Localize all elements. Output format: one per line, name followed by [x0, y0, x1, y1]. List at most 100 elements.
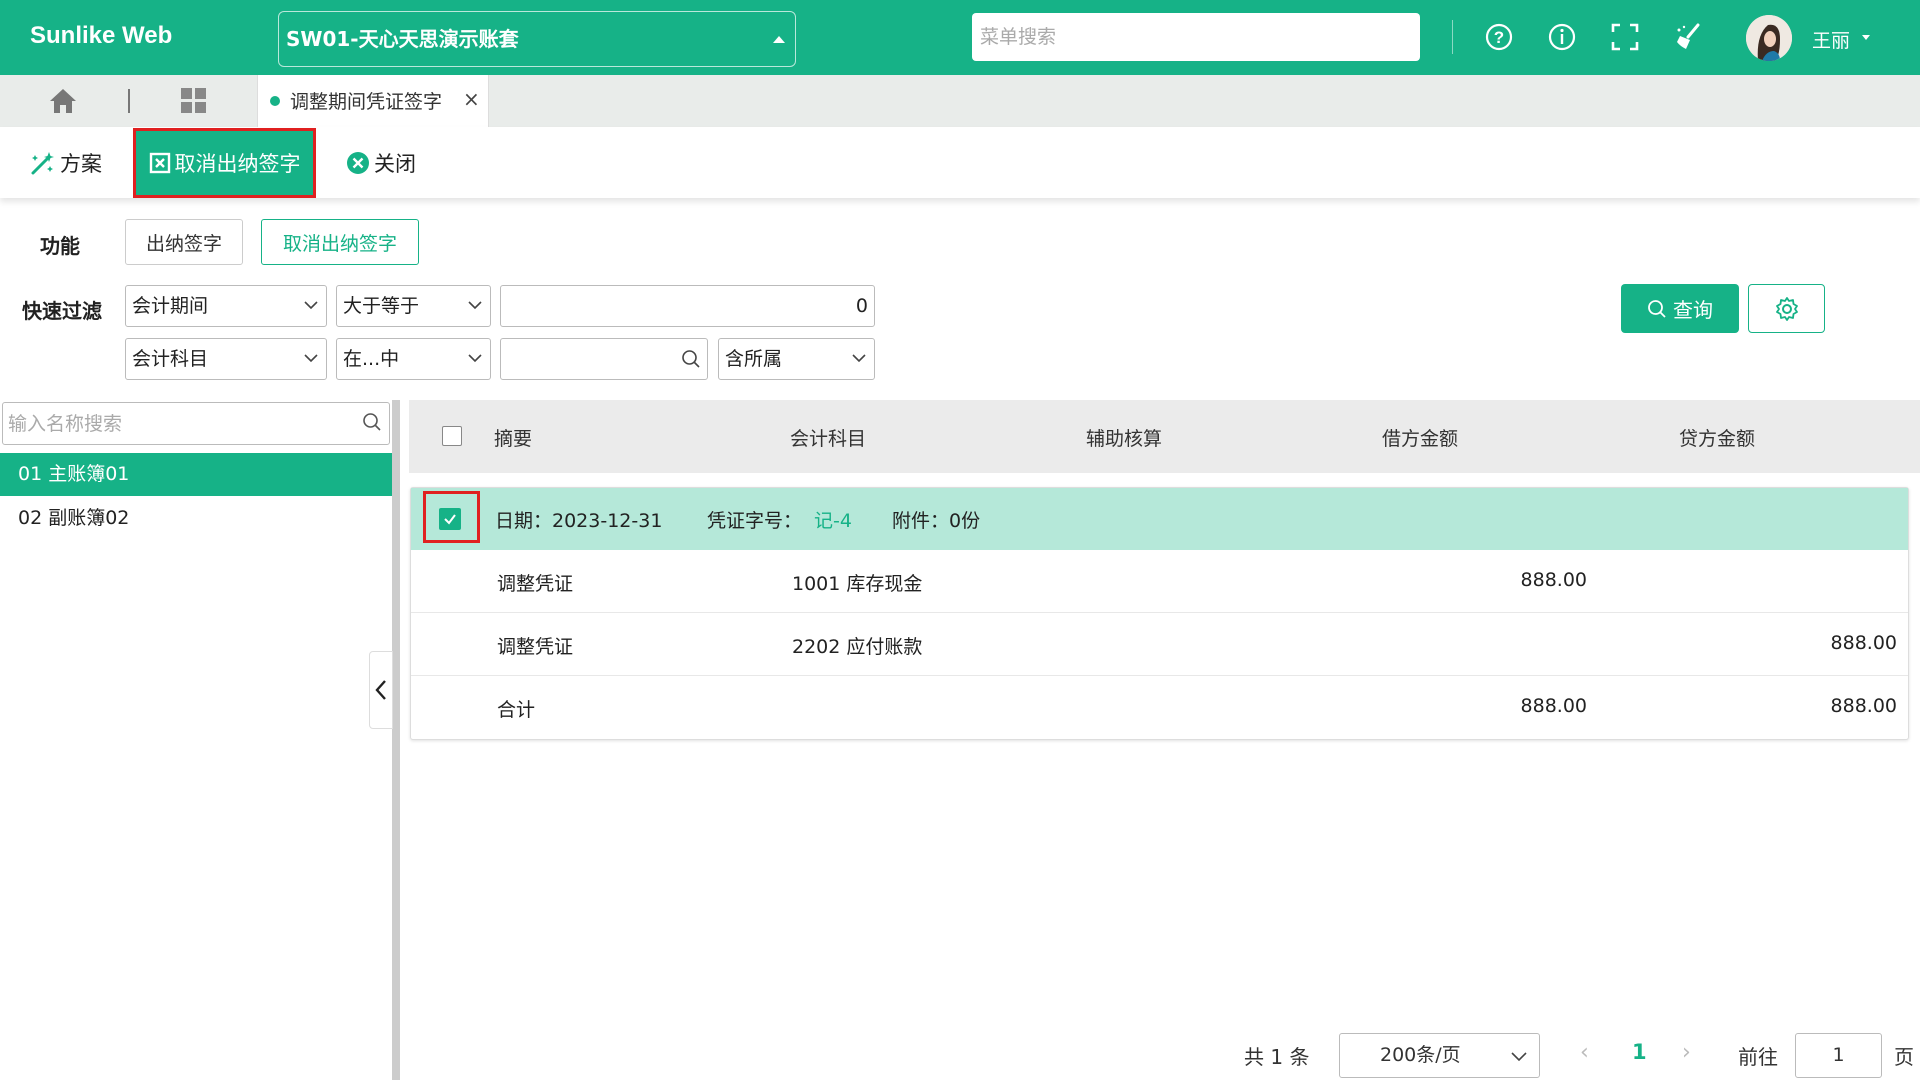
prev-page-button[interactable]: ‹ — [1580, 1040, 1589, 1065]
voucher-checkbox[interactable] — [439, 508, 461, 530]
checkmark-icon — [444, 514, 456, 525]
close-circle-icon — [347, 151, 369, 174]
header-divider — [1452, 20, 1453, 54]
menu-search-input[interactable] — [972, 13, 1420, 61]
info-circle-icon[interactable] — [1547, 22, 1577, 52]
tree-item-sub-ledger[interactable]: 02 副账簿02 — [0, 497, 392, 540]
cell-debit: 888.00 — [1520, 695, 1587, 717]
filter-op-select-2[interactable]: 在...中 — [336, 338, 491, 380]
account-selector-label: SW01-天心天思演示账套 — [286, 27, 519, 51]
chevron-down-icon — [468, 301, 482, 310]
select-all-checkbox[interactable] — [442, 426, 462, 446]
filter-field-select-2[interactable]: 会计科目 — [125, 338, 327, 380]
search-icon[interactable] — [362, 412, 382, 432]
col-aux: 辅助核算 — [1086, 428, 1163, 450]
collapse-panel-button[interactable] — [369, 651, 393, 729]
chevron-down-icon — [468, 354, 482, 363]
filter-field-select-1[interactable]: 会计期间 — [125, 285, 327, 327]
page-size-select[interactable]: 200条/页 — [1339, 1033, 1540, 1078]
next-page-button[interactable]: › — [1682, 1040, 1691, 1065]
tree-item-main-ledger[interactable]: 01 主账簿01 — [0, 453, 392, 496]
search-icon — [1648, 299, 1666, 318]
broom-clean-icon[interactable] — [1674, 22, 1704, 52]
user-avatar[interactable] — [1746, 15, 1792, 61]
cashier-sign-button[interactable]: 出纳签字 — [125, 219, 243, 265]
cancel-box-icon — [149, 152, 170, 174]
goto-label: 前往 — [1738, 1045, 1778, 1069]
voucher-no-link[interactable]: 记-4 — [814, 506, 852, 533]
settings-button[interactable] — [1748, 284, 1825, 333]
close-button-label: 关闭 — [374, 151, 416, 176]
cancel-cashier-sign-button[interactable]: 取消出纳签字 — [133, 128, 316, 198]
total-row: 合计 888.00 888.00 — [411, 676, 1908, 739]
ledger-tree-panel: 01 主账簿01 02 副账簿02 — [0, 400, 392, 1080]
cancel-sign-option-button[interactable]: 取消出纳签字 — [261, 219, 419, 265]
table-row[interactable]: 调整凭证 1001 库存现金 888.00 — [411, 550, 1908, 613]
query-button[interactable]: 查询 — [1621, 284, 1739, 333]
col-summary: 摘要 — [494, 428, 533, 450]
goto-page-input[interactable]: 1 — [1795, 1033, 1882, 1078]
tree-search-input[interactable] — [2, 402, 390, 445]
account-selector[interactable]: SW01-天心天思演示账套 — [278, 11, 796, 67]
magic-wand-icon — [31, 151, 54, 174]
toolbar: 方案 取消出纳签字 关闭 — [0, 127, 1920, 198]
quick-filter-label: 快速过滤 — [22, 299, 102, 323]
filter-scope-value: 含所属 — [725, 348, 783, 370]
close-button[interactable]: 关闭 — [346, 127, 416, 198]
cell-summary: 合计 — [497, 699, 536, 721]
filter-scope-select[interactable]: 含所属 — [718, 338, 875, 380]
help-circle-icon[interactable]: ? — [1484, 22, 1514, 52]
chevron-down-icon — [304, 354, 318, 363]
page-suffix: 页 — [1894, 1045, 1914, 1069]
voucher-card: 日期：2023-12-31 凭证字号： 记-4 附件：0份 调整凭证 1001 … — [410, 487, 1909, 740]
voucher-attachments: 附件：0份 — [892, 510, 981, 532]
chevron-left-icon — [375, 680, 386, 700]
scheme-button[interactable]: 方案 — [30, 127, 102, 198]
panel-splitter[interactable] — [392, 400, 400, 1080]
close-icon[interactable]: × — [463, 87, 480, 111]
filter-op-1-value: 大于等于 — [343, 295, 420, 317]
fullscreen-icon[interactable] — [1610, 22, 1640, 52]
caret-down-icon[interactable] — [1862, 35, 1870, 40]
gear-icon — [1775, 296, 1798, 321]
filter-field-2-value: 会计科目 — [132, 348, 209, 370]
voucher-date: 日期：2023-12-31 — [495, 510, 663, 532]
tab-separator — [128, 89, 130, 113]
chevron-down-icon — [1511, 1052, 1527, 1062]
page-number[interactable]: 1 — [1632, 1040, 1647, 1064]
tab-voucher-sign[interactable]: 调整期间凭证签字 × — [257, 75, 489, 127]
table-row[interactable]: 调整凭证 2202 应付账款 888.00 — [411, 613, 1908, 676]
cell-debit: 888.00 — [1520, 569, 1587, 591]
cell-subject: 1001 库存现金 — [792, 573, 923, 595]
cell-credit: 888.00 — [1830, 632, 1897, 654]
chevron-down-icon — [304, 301, 318, 310]
col-debit: 借方金额 — [1382, 428, 1459, 450]
cell-subject: 2202 应付账款 — [792, 636, 923, 658]
tab-bar: 调整期间凭证签字 × — [0, 75, 1920, 127]
col-subject: 会计科目 — [790, 428, 867, 450]
page-size-value: 200条/页 — [1380, 1044, 1461, 1066]
col-credit: 贷方金额 — [1679, 428, 1756, 450]
voucher-no-label: 凭证字号： — [707, 510, 803, 532]
caret-up-icon — [773, 36, 785, 43]
filter-value-input-2[interactable] — [500, 338, 708, 380]
home-icon[interactable] — [48, 87, 78, 115]
user-name[interactable]: 王丽 — [1812, 26, 1850, 53]
cell-summary: 调整凭证 — [497, 636, 574, 658]
voucher-header-row[interactable]: 日期：2023-12-31 凭证字号： 记-4 附件：0份 — [411, 488, 1908, 550]
grid-apps-icon[interactable] — [180, 87, 207, 114]
chevron-down-icon — [852, 354, 866, 363]
query-button-label: 查询 — [1673, 298, 1713, 322]
function-label: 功能 — [40, 234, 80, 258]
filter-field-1-value: 会计期间 — [132, 295, 209, 317]
scheme-button-label: 方案 — [60, 151, 102, 176]
top-header: Sunlike Web SW01-天心天思演示账套 ? 王丽 — [0, 0, 1920, 75]
filter-op-2-value: 在...中 — [343, 348, 400, 370]
tab-label: 调整期间凭证签字 — [290, 91, 443, 113]
cell-credit: 888.00 — [1830, 695, 1897, 717]
filter-value-input-1[interactable]: 0 — [500, 285, 875, 327]
filter-op-select-1[interactable]: 大于等于 — [336, 285, 491, 327]
active-dot-icon — [270, 96, 280, 106]
search-icon[interactable] — [681, 349, 701, 369]
grid-header: 摘要 会计科目 辅助核算 借方金额 贷方金额 — [409, 400, 1920, 473]
